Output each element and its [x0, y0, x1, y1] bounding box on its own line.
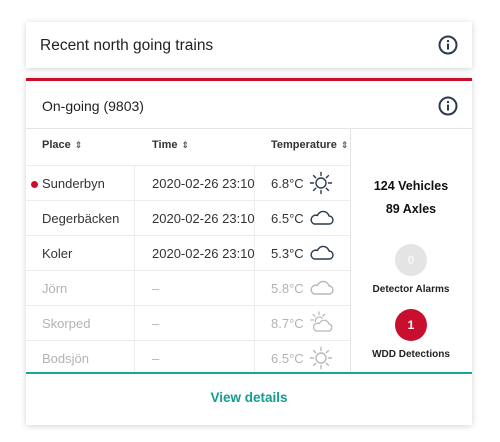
sort-icon[interactable]: ⇕	[341, 140, 349, 150]
column-header-time[interactable]: Time ⇕	[152, 139, 189, 151]
cell-temperature: 5.3°C	[271, 246, 304, 261]
view-details-link[interactable]: View details	[26, 390, 472, 405]
column-header-place[interactable]: Place ⇕	[42, 139, 82, 151]
header-card: Recent north going trains	[26, 22, 472, 68]
column-header-label: Temperature	[271, 139, 337, 151]
detector-alarms-label: Detector Alarms	[372, 284, 450, 295]
table-row[interactable]: Sunderbyn 2020-02-26 23:10 6.8°C	[26, 165, 350, 201]
divider	[350, 128, 351, 374]
sort-icon[interactable]: ⇕	[181, 140, 189, 150]
cell-time: 2020-02-26 23:10	[152, 176, 255, 191]
wdd-detections-badge[interactable]: 1	[395, 309, 427, 341]
column-header-label: Place	[42, 139, 71, 151]
vehicle-count: 124 Vehicles	[373, 179, 449, 193]
axle-count: 89 Axles	[385, 202, 437, 216]
ongoing-panel: On-going (9803) Place ⇕ Time ⇕ Temperature…	[26, 78, 472, 425]
divider	[26, 372, 472, 374]
sort-icon[interactable]: ⇕	[75, 140, 83, 150]
page-title: Recent north going trains	[40, 37, 214, 54]
table-row[interactable]: Skorped – 8.7°C	[26, 305, 350, 341]
table-row[interactable]: Bodsjön – 6.5°C	[26, 340, 350, 376]
cell-temperature: 8.7°C	[271, 316, 304, 331]
cell-temperature: 6.5°C	[271, 351, 304, 366]
detector-alarms-badge[interactable]: 0	[395, 244, 427, 276]
cell-place: Koler	[42, 246, 73, 261]
divider	[26, 128, 472, 129]
divider	[134, 165, 135, 374]
table-row[interactable]: Koler 2020-02-26 23:10 5.3°C	[26, 235, 350, 271]
active-indicator	[31, 181, 38, 188]
cell-temperature: 6.5°C	[271, 211, 304, 226]
cell-time: –	[152, 351, 160, 366]
divider	[254, 165, 255, 374]
cloud-icon	[310, 245, 334, 260]
cell-temperature: 6.8°C	[271, 176, 304, 191]
cloud-icon	[310, 280, 334, 295]
cell-time: –	[152, 281, 160, 296]
table-row[interactable]: Degerbäcken 2020-02-26 23:10 6.5°C	[26, 200, 350, 236]
column-header-label: Time	[152, 139, 178, 151]
cell-temperature: 5.8°C	[271, 281, 304, 296]
cell-place: Bodsjön	[42, 351, 89, 366]
cell-time: 2020-02-26 23:10	[152, 211, 255, 226]
cell-time: 2020-02-26 23:10	[152, 246, 255, 261]
panel-title: On-going (9803)	[42, 98, 144, 114]
partly-cloudy-icon	[310, 311, 333, 332]
cell-place: Sunderbyn	[42, 176, 105, 191]
column-header-temperature[interactable]: Temperature ⇕	[271, 139, 348, 151]
sun-icon	[309, 346, 333, 370]
wdd-detections-label: WDD Detections	[372, 349, 450, 360]
cloud-icon	[310, 210, 334, 225]
cell-time: –	[152, 316, 160, 331]
cell-place: Skorped	[42, 316, 91, 331]
cell-place: Degerbäcken	[42, 211, 120, 226]
cell-place: Jörn	[42, 281, 68, 296]
info-icon[interactable]	[438, 35, 458, 55]
sun-icon	[309, 171, 333, 195]
table-row[interactable]: Jörn – 5.8°C	[26, 270, 350, 306]
info-icon[interactable]	[438, 96, 458, 116]
